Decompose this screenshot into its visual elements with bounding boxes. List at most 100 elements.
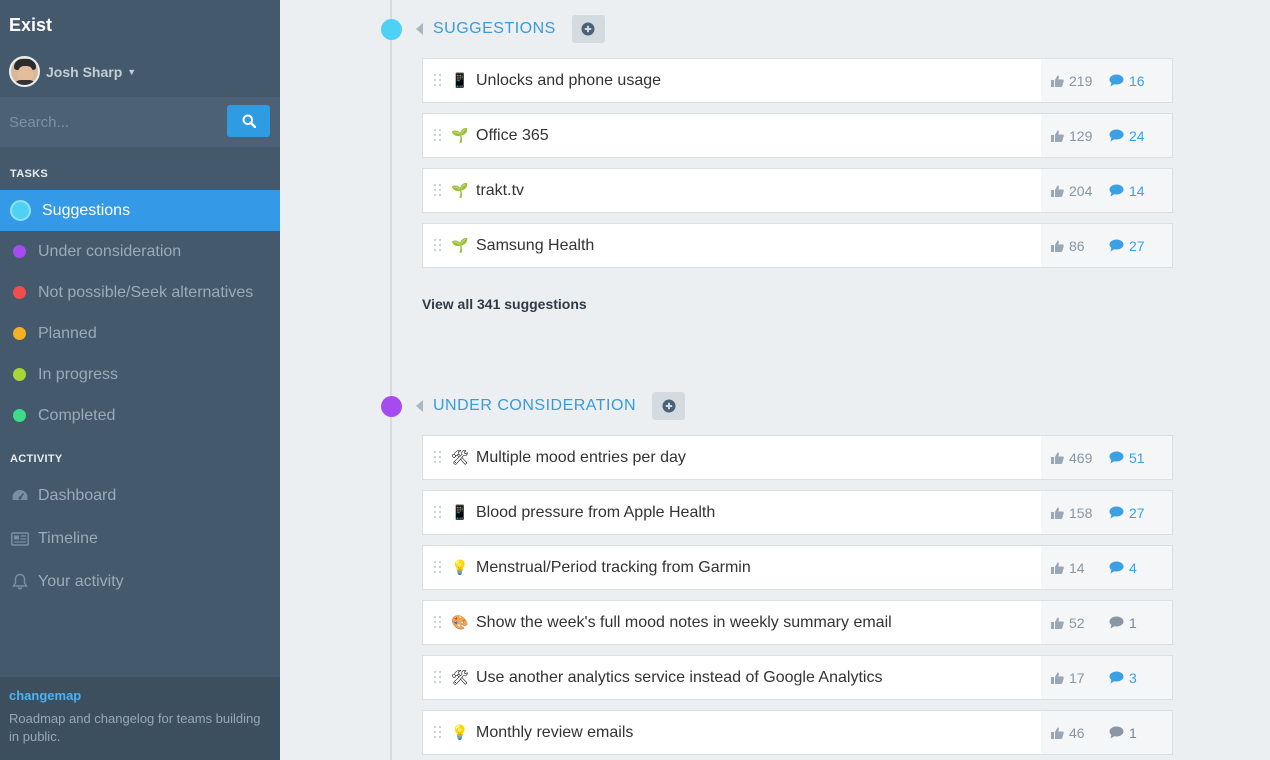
task-card[interactable]: 🛠 Use another analytics service instead … xyxy=(422,655,1173,700)
status-dot xyxy=(13,245,26,258)
avatar xyxy=(9,56,40,87)
drag-handle-icon[interactable] xyxy=(434,505,442,520)
sidebar-item-dashboard[interactable]: Dashboard xyxy=(0,475,280,516)
view-all-suggestions-link[interactable]: View all 341 suggestions xyxy=(422,296,587,312)
task-title: Show the week's full mood notes in weekl… xyxy=(476,613,892,631)
thumbs-up-icon xyxy=(1051,507,1064,519)
task-card[interactable]: 🌱 trakt.tv 204 14 xyxy=(422,168,1173,213)
drag-handle-icon[interactable] xyxy=(434,450,442,465)
user-menu[interactable]: Josh Sharp ▼ xyxy=(9,56,136,87)
vote-count[interactable]: 469 xyxy=(1051,450,1109,466)
task-title: Multiple mood entries per day xyxy=(476,448,686,466)
status-dot xyxy=(381,395,402,417)
comment-count[interactable]: 1 xyxy=(1109,725,1137,741)
task-stats: 52 1 xyxy=(1041,601,1172,644)
task-stats: 158 27 xyxy=(1041,491,1172,534)
thumbs-up-icon xyxy=(1051,617,1064,629)
comment-count[interactable]: 3 xyxy=(1109,670,1137,686)
sidebar-item-your-activity[interactable]: Your activity xyxy=(0,561,280,602)
drag-handle-icon[interactable] xyxy=(434,238,442,253)
comment-icon xyxy=(1109,671,1124,684)
newspaper-icon xyxy=(11,530,29,548)
collapse-arrow-icon[interactable] xyxy=(416,400,423,412)
thumbs-up-icon xyxy=(1051,562,1064,574)
comment-count[interactable]: 16 xyxy=(1109,73,1145,89)
drag-handle-icon[interactable] xyxy=(434,560,442,575)
comment-icon xyxy=(1109,616,1124,629)
hammer-wrench-emoji-icon: 🛠 xyxy=(451,449,469,466)
seedling-emoji-icon: 🌱 xyxy=(451,127,469,144)
vote-count[interactable]: 86 xyxy=(1051,238,1109,254)
add-suggestion-button[interactable] xyxy=(571,15,605,43)
drag-handle-icon[interactable] xyxy=(434,670,442,685)
vote-count[interactable]: 14 xyxy=(1051,560,1109,576)
comment-count[interactable]: 27 xyxy=(1109,238,1145,254)
drag-handle-icon[interactable] xyxy=(434,725,442,740)
drag-handle-icon[interactable] xyxy=(434,73,442,88)
vote-count[interactable]: 204 xyxy=(1051,183,1109,199)
search-icon xyxy=(242,114,256,128)
task-title: trakt.tv xyxy=(476,181,525,199)
drag-handle-icon[interactable] xyxy=(434,183,442,198)
caret-down-icon: ▼ xyxy=(127,66,137,77)
section-title: UNDER CONSIDERATION xyxy=(433,397,636,414)
add-item-button[interactable] xyxy=(652,392,685,420)
task-card[interactable]: 🌱 Office 365 129 24 xyxy=(422,113,1173,158)
sidebar-item-under-consideration[interactable]: Under consideration xyxy=(0,231,280,272)
drag-handle-icon[interactable] xyxy=(434,128,442,143)
search-button[interactable] xyxy=(227,105,270,137)
vote-count[interactable]: 52 xyxy=(1051,615,1109,631)
sidebar-item-suggestions[interactable]: Suggestions xyxy=(0,190,280,231)
app-title[interactable]: Exist xyxy=(9,15,52,36)
bell-icon xyxy=(11,573,29,591)
hammer-wrench-emoji-icon: 🛠 xyxy=(451,669,469,686)
task-card[interactable]: 🎨 Show the week's full mood notes in wee… xyxy=(422,600,1173,645)
task-card[interactable]: 🌱 Samsung Health 86 27 xyxy=(422,223,1173,268)
task-card[interactable]: 🛠 Multiple mood entries per day 469 51 xyxy=(422,435,1173,480)
plus-circle-icon xyxy=(662,399,675,413)
collapse-arrow-icon[interactable] xyxy=(416,23,423,35)
comment-icon xyxy=(1109,74,1124,87)
vote-count[interactable]: 129 xyxy=(1051,128,1109,144)
sidebar-item-label: Dashboard xyxy=(38,486,117,504)
lightbulb-emoji-icon: 💡 xyxy=(451,724,469,741)
task-card[interactable]: 💡 Menstrual/Period tracking from Garmin … xyxy=(422,545,1173,590)
vote-count[interactable]: 46 xyxy=(1051,725,1109,741)
sidebar-item-completed[interactable]: Completed xyxy=(0,395,280,436)
sidebar-item-timeline[interactable]: Timeline xyxy=(0,518,280,559)
thumbs-up-icon xyxy=(1051,185,1064,197)
section-title: SUGGESTIONS xyxy=(433,20,556,37)
status-dot xyxy=(10,200,31,221)
status-dot xyxy=(381,18,402,40)
comment-count[interactable]: 14 xyxy=(1109,183,1145,199)
thumbs-up-icon xyxy=(1051,672,1064,684)
status-dot xyxy=(13,286,26,299)
sidebar-item-planned[interactable]: Planned xyxy=(0,313,280,354)
search-input[interactable] xyxy=(0,97,220,147)
footer-brand-link[interactable]: changemap xyxy=(9,688,271,703)
sidebar-item-in-progress[interactable]: In progress xyxy=(0,354,280,395)
task-card[interactable]: 💡 Monthly review emails 46 1 xyxy=(422,710,1173,755)
comment-count[interactable]: 27 xyxy=(1109,505,1145,521)
task-title: Blood pressure from Apple Health xyxy=(476,503,716,521)
comment-count[interactable]: 1 xyxy=(1109,615,1137,631)
sidebar-item-not-possible[interactable]: Not possible/Seek alternatives xyxy=(0,272,280,313)
comment-count[interactable]: 4 xyxy=(1109,560,1137,576)
task-stats: 14 4 xyxy=(1041,546,1172,589)
comment-count[interactable]: 24 xyxy=(1109,128,1145,144)
task-title: Samsung Health xyxy=(476,236,595,254)
task-card[interactable]: 📱 Unlocks and phone usage 219 16 xyxy=(422,58,1173,103)
vote-count[interactable]: 219 xyxy=(1051,73,1109,89)
status-dot xyxy=(13,327,26,340)
comment-icon xyxy=(1109,239,1124,252)
comment-count[interactable]: 51 xyxy=(1109,450,1145,466)
drag-handle-icon[interactable] xyxy=(434,615,442,630)
vote-count[interactable]: 158 xyxy=(1051,505,1109,521)
sidebar-item-label: Timeline xyxy=(38,529,98,547)
section-header-under-consideration: UNDER CONSIDERATION xyxy=(381,392,685,420)
sidebar-item-label: Suggestions xyxy=(42,201,131,219)
vote-count[interactable]: 17 xyxy=(1051,670,1109,686)
task-card[interactable]: 📱 Blood pressure from Apple Health 158 2… xyxy=(422,490,1173,535)
task-stats: 86 27 xyxy=(1041,224,1172,267)
sidebar-item-label: In progress xyxy=(38,365,119,383)
